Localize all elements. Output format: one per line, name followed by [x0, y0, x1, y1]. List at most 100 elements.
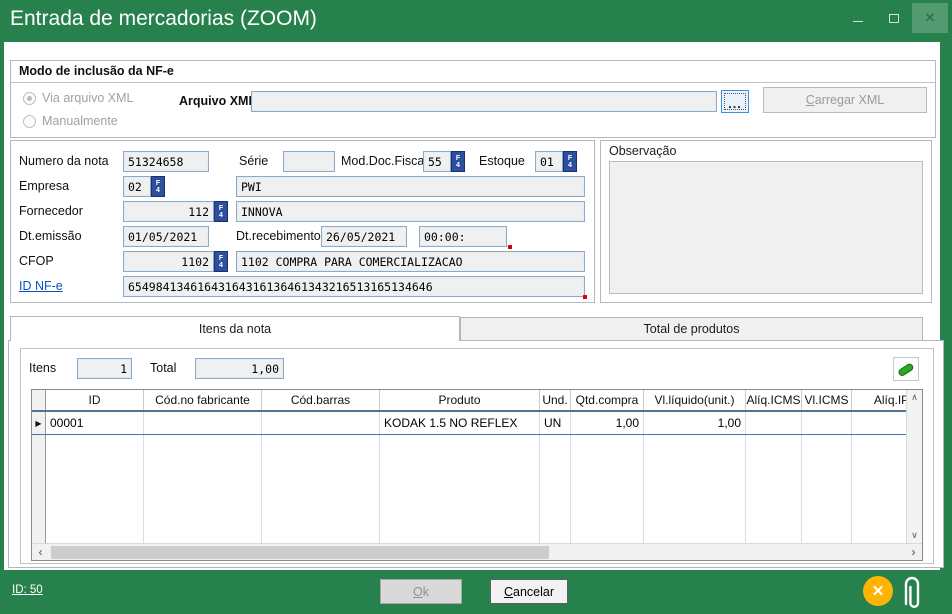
scroll-left-icon[interactable]: ‹	[32, 544, 49, 561]
column-header-vl-liquido[interactable]: Vl.líquido(unit.)	[644, 390, 746, 410]
scrollbar-thumb[interactable]	[51, 546, 549, 559]
itens-panel: Itens 1 Total 1,00	[20, 348, 934, 564]
column-header-qtd-compra[interactable]: Qtd.compra	[571, 390, 644, 410]
scroll-up-icon[interactable]: ∧	[907, 390, 922, 405]
mod-doc-f4-button[interactable]: F4	[451, 151, 465, 172]
required-marker	[508, 245, 512, 249]
column-header-produto[interactable]: Produto	[380, 390, 540, 410]
cell-qtd-compra[interactable]: 1,00	[571, 412, 644, 434]
paperclip-icon	[897, 573, 925, 613]
cell-vl-icms[interactable]	[802, 412, 852, 434]
cell-aliq-icms[interactable]	[746, 412, 802, 434]
radio-via-arquivo-xml[interactable]: Via arquivo XML	[23, 91, 134, 105]
itens-count-field: 1	[77, 358, 132, 379]
cell-produto[interactable]: KODAK 1.5 NO REFLEX	[380, 412, 540, 434]
numero-nota-input[interactable]: 51324658	[123, 151, 209, 172]
scroll-right-icon[interactable]: ›	[905, 544, 922, 561]
grid-vertical-scrollbar[interactable]: ∧ ∨	[906, 390, 922, 543]
radio-manualmente-label: Manualmente	[42, 114, 118, 128]
cell-cod-fabricante[interactable]	[144, 412, 262, 434]
numero-nota-label: Numero da nota	[19, 151, 109, 172]
minimize-button[interactable]	[840, 3, 876, 33]
cell-aliq-ipi[interactable]	[852, 412, 906, 434]
grid-header-row: ID Cód.no fabricante Cód.barras Produto …	[32, 390, 906, 411]
dt-recebimento-input[interactable]: 26/05/2021	[321, 226, 407, 247]
cfop-input[interactable]: 1102	[123, 251, 214, 272]
arquivo-xml-input[interactable]	[251, 91, 717, 112]
column-header-vl-icms[interactable]: Vl.ICMS	[802, 390, 852, 410]
empresa-nome-field: PWI	[236, 176, 585, 197]
estoque-input[interactable]: 01	[535, 151, 563, 172]
edit-item-button[interactable]	[893, 357, 919, 381]
cancel-button[interactable]: Cancelar	[490, 579, 568, 604]
empresa-input[interactable]: 02	[123, 176, 151, 197]
tab-page-itens: Itens 1 Total 1,00	[8, 340, 944, 568]
empresa-label: Empresa	[19, 176, 69, 197]
table-row-selected[interactable]: ▶ 00001 KODAK 1.5 NO REFLEX UN 1,00 1,00	[32, 411, 906, 435]
observacao-memo[interactable]	[609, 161, 923, 294]
close-button[interactable]: ✕	[912, 3, 948, 33]
tab-itens-da-nota[interactable]: Itens da nota	[10, 316, 460, 341]
observacao-title: Observação	[609, 144, 676, 158]
tabs-container: Itens da nota Total de produtos Itens 1 …	[8, 316, 944, 568]
cell-cod-barras[interactable]	[262, 412, 380, 434]
groupbox-rule	[11, 82, 935, 83]
cfop-desc-field: 1102 COMPRA PARA COMERCIALIZACAO	[236, 251, 585, 272]
column-header-cod-fabricante[interactable]: Cód.no fabricante	[144, 390, 262, 410]
serie-input[interactable]	[283, 151, 335, 172]
carregar-xml-button[interactable]: Carregar XML	[763, 87, 927, 113]
maximize-button[interactable]	[876, 3, 912, 33]
x-icon: ✕	[872, 582, 885, 600]
tab-total-de-produtos[interactable]: Total de produtos	[460, 317, 923, 341]
record-id-link[interactable]: ID: 50	[12, 584, 43, 596]
close-icon: ✕	[925, 10, 936, 26]
column-header-cod-barras[interactable]: Cód.barras	[262, 390, 380, 410]
inclusion-mode-title: Modo de inclusão da NF-e	[19, 64, 174, 78]
table-row	[32, 435, 906, 459]
footer-bar: ID: 50 Ok Cancelar ✕	[0, 570, 952, 614]
column-header-aliq-icms[interactable]: Alíq.ICMS	[746, 390, 802, 410]
id-nfe-link[interactable]: ID NF-e	[19, 276, 63, 297]
cell-id[interactable]: 00001	[46, 412, 144, 434]
cell-vl-liquido[interactable]: 1,00	[644, 412, 746, 434]
scroll-down-icon[interactable]: ∨	[907, 528, 922, 543]
id-nfe-input[interactable]: 6549841346164316431613646134321651316513…	[123, 276, 585, 297]
grid-horizontal-scrollbar[interactable]: ‹ ›	[32, 543, 922, 560]
column-header-aliq-ipi[interactable]: Alíq.IP	[852, 390, 906, 410]
table-row	[32, 459, 906, 483]
cell-und[interactable]: UN	[540, 412, 571, 434]
dialog-content: Modo de inclusão da NF-e Via arquivo XML…	[4, 42, 940, 570]
empresa-f4-button[interactable]: F4	[151, 176, 165, 197]
browse-xml-button[interactable]: ...	[721, 90, 749, 113]
observacao-groupbox: Observação	[600, 140, 932, 303]
column-header-und[interactable]: Und.	[540, 390, 571, 410]
radio-selected-icon	[23, 92, 36, 105]
radio-manualmente[interactable]: Manualmente	[23, 114, 118, 128]
table-row	[32, 483, 906, 507]
delete-badge-button[interactable]: ✕	[863, 576, 893, 606]
ok-button[interactable]: Ok	[380, 579, 462, 604]
fornecedor-input[interactable]: 112	[123, 201, 214, 222]
title-bar: Entrada de mercadorias (ZOOM) ✕	[0, 0, 952, 42]
mod-doc-fiscal-label: Mod.Doc.Fiscal	[341, 151, 427, 172]
cfop-f4-button[interactable]: F4	[214, 251, 228, 272]
table-row	[32, 507, 906, 531]
arquivo-xml-label: Arquivo XML	[179, 91, 256, 112]
fornecedor-label: Fornecedor	[19, 201, 83, 222]
window-title: Entrada de mercadorias (ZOOM)	[10, 7, 317, 31]
total-label: Total	[150, 358, 176, 379]
mod-doc-fiscal-input[interactable]: 55	[423, 151, 451, 172]
attachment-button[interactable]	[897, 573, 925, 614]
serie-label: Série	[239, 151, 268, 172]
green-marker-icon	[896, 361, 916, 378]
column-header-id[interactable]: ID	[46, 390, 144, 410]
dt-emissao-label: Dt.emissão	[19, 226, 82, 247]
minimize-icon	[853, 21, 863, 22]
estoque-f4-button[interactable]: F4	[563, 151, 577, 172]
items-grid: ID Cód.no fabricante Cód.barras Produto …	[31, 389, 923, 561]
ellipsis-icon: ...	[728, 102, 741, 106]
row-indicator-icon: ▶	[32, 412, 46, 434]
fornecedor-f4-button[interactable]: F4	[214, 201, 228, 222]
dt-emissao-input[interactable]: 01/05/2021	[123, 226, 209, 247]
hora-input[interactable]: 00:00:	[419, 226, 507, 247]
